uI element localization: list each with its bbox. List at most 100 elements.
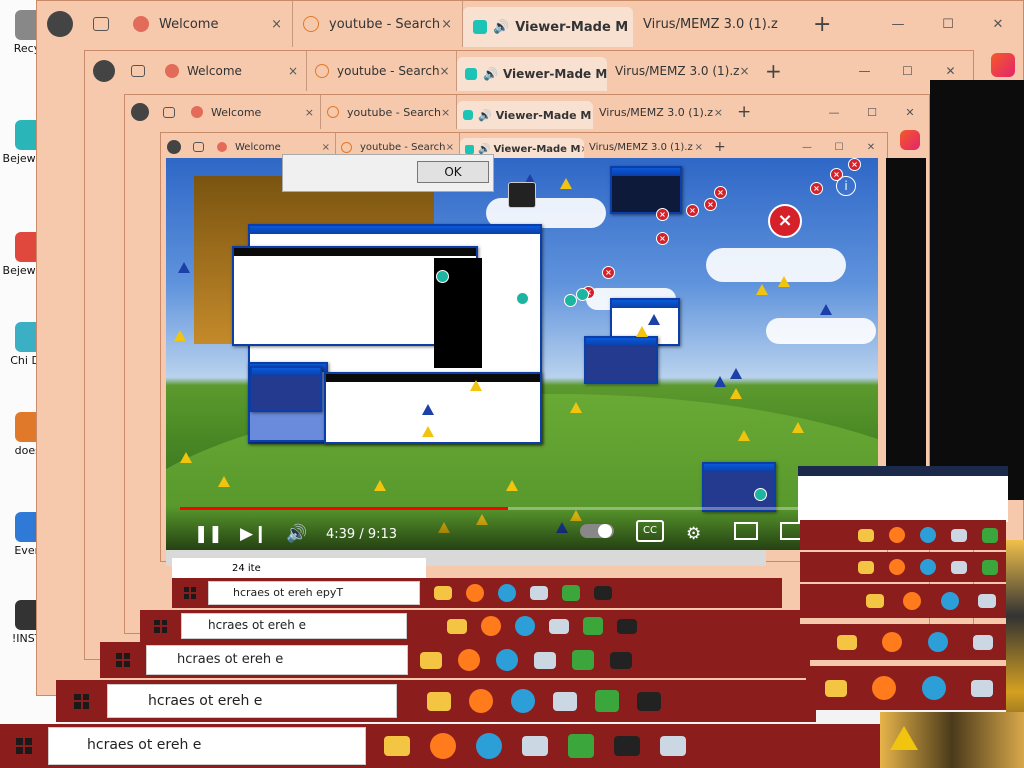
new-tab-button[interactable]: + [737,102,751,122]
close-tab-icon[interactable]: × [441,106,450,119]
tab-viewer-made[interactable]: 🔊 Viewer-Made M [457,101,593,129]
profile-avatar[interactable] [93,60,115,82]
taskbar-search-input[interactable]: hcraes ot ereh epyT [208,581,420,605]
next-icon[interactable]: ▶❙ [240,524,267,544]
people-icon[interactable] [982,527,999,543]
window-icon[interactable] [971,679,994,697]
maximize-button[interactable]: ☐ [823,142,855,153]
edge-icon[interactable] [919,559,936,575]
window-icon[interactable] [660,736,686,756]
new-tab-button[interactable]: + [714,139,726,155]
maximize-button[interactable]: ☐ [923,17,973,32]
window-icon[interactable] [978,594,997,608]
edge-icon[interactable] [498,584,516,602]
firefox-icon[interactable] [872,676,897,700]
windows-start-icon[interactable] [154,619,167,633]
file-explorer-icon[interactable] [447,618,467,634]
edge-icon[interactable] [919,527,936,543]
file-explorer-icon[interactable] [857,560,874,574]
volume-icon[interactable]: 🔊 [286,524,307,544]
tab-virus-memz[interactable]: Virus/MEMZ 3.0 (1).z × [593,95,729,129]
tab-virus-memz[interactable]: Virus/MEMZ 3.0 (1).z × [584,133,708,161]
window-icon[interactable] [553,691,577,711]
tab-viewer-made[interactable]: 🔊 Viewer-Made M [463,7,633,47]
minimize-button[interactable]: — [873,17,923,32]
copilot-icon[interactable] [900,130,920,150]
tab-virus-memz[interactable]: Virus/MEMZ 3.0 (1).z × [607,51,757,91]
edge-icon[interactable] [476,733,502,759]
people-icon[interactable] [562,585,580,601]
file-explorer-icon[interactable] [427,691,451,711]
pause-icon[interactable]: ❚❚ [194,524,223,544]
tab-welcome[interactable]: Welcome × [123,1,293,47]
people-icon[interactable] [595,690,619,712]
windows-start-icon[interactable] [16,738,32,754]
taskbar-search-input[interactable]: hcraes ot ereh e [107,684,397,718]
edge-icon[interactable] [515,616,535,636]
close-window-button[interactable]: ✕ [891,106,929,119]
file-explorer-icon[interactable] [420,651,442,669]
firefox-icon[interactable] [903,592,922,610]
firefox-icon[interactable] [430,733,456,759]
close-window-button[interactable]: ✕ [855,142,887,153]
terminal-icon[interactable] [614,736,640,756]
people-icon[interactable] [982,559,999,575]
firefox-icon[interactable] [458,649,480,671]
window-icon[interactable] [522,736,548,756]
tab-youtube-search[interactable]: youtube - Search × [307,51,457,91]
firefox-icon[interactable] [466,584,484,602]
people-icon[interactable] [583,617,603,635]
maximize-button[interactable]: ☐ [886,64,929,78]
file-explorer-icon[interactable] [824,679,847,697]
window-icon[interactable] [530,586,548,600]
close-tab-icon[interactable]: × [446,142,454,153]
tab-youtube-search[interactable]: youtube - Search × [321,95,457,129]
settings-gear-icon[interactable]: ⚙ [686,524,701,544]
people-icon[interactable] [572,650,594,670]
edge-icon[interactable] [496,649,518,671]
minimize-button[interactable]: — [843,64,886,78]
file-explorer-icon[interactable] [384,736,410,756]
terminal-icon[interactable] [617,618,637,634]
close-tab-icon[interactable]: × [440,64,450,78]
sidebar-toggle-icon[interactable] [163,106,175,118]
close-tab-icon[interactable]: × [322,142,330,153]
windows-start-icon[interactable] [116,653,130,667]
tab-viewer-made[interactable]: 🔊 Viewer-Made M [457,57,607,91]
edge-icon[interactable] [511,689,535,713]
close-tab-icon[interactable]: × [288,64,298,78]
miniplayer-icon[interactable] [508,182,536,208]
close-tab-icon[interactable]: × [271,17,282,32]
autoplay-toggle[interactable] [580,524,614,538]
file-explorer-icon[interactable] [836,634,857,650]
minimize-button[interactable]: — [815,106,853,119]
window-icon[interactable] [951,528,968,542]
sidebar-toggle-icon[interactable] [93,17,109,31]
people-icon[interactable] [568,734,594,758]
tab-virus-memz[interactable]: Virus/MEMZ 3.0 (1).z [633,1,803,47]
miniplayer-button[interactable] [734,522,758,540]
taskbar-search-input[interactable]: hcraes ot ereh e [146,645,408,675]
firefox-icon[interactable] [888,559,905,575]
close-tab-icon[interactable]: × [695,142,703,153]
tab-welcome[interactable]: Welcome × [185,95,321,129]
info-button-icon[interactable]: i [836,176,856,196]
windows-start-icon[interactable] [74,693,89,709]
tab-welcome[interactable]: Welcome × [157,51,307,91]
tab-youtube-search[interactable]: youtube - Search × [293,1,463,47]
file-explorer-icon[interactable] [865,594,884,608]
maximize-button[interactable]: ☐ [853,106,891,119]
taskbar-search-input[interactable]: hcraes ot ereh e [48,727,366,765]
ok-button[interactable]: OK [417,161,489,183]
firefox-icon[interactable] [882,632,903,652]
profile-avatar[interactable] [167,140,181,154]
window-icon[interactable] [973,634,994,650]
terminal-icon[interactable] [594,586,612,600]
new-tab-button[interactable]: + [813,12,831,37]
video-player[interactable]: × × × × × × × × × × × i ❚❚ ▶❙ 🔊 4:39 / 9… [166,158,878,550]
taskbar-search-input[interactable]: hcraes ot ereh e [181,613,407,639]
edge-icon[interactable] [940,592,959,610]
close-window-button[interactable]: ✕ [929,64,972,78]
close-tab-icon[interactable]: × [739,64,749,78]
captions-button[interactable]: CC [636,520,664,542]
